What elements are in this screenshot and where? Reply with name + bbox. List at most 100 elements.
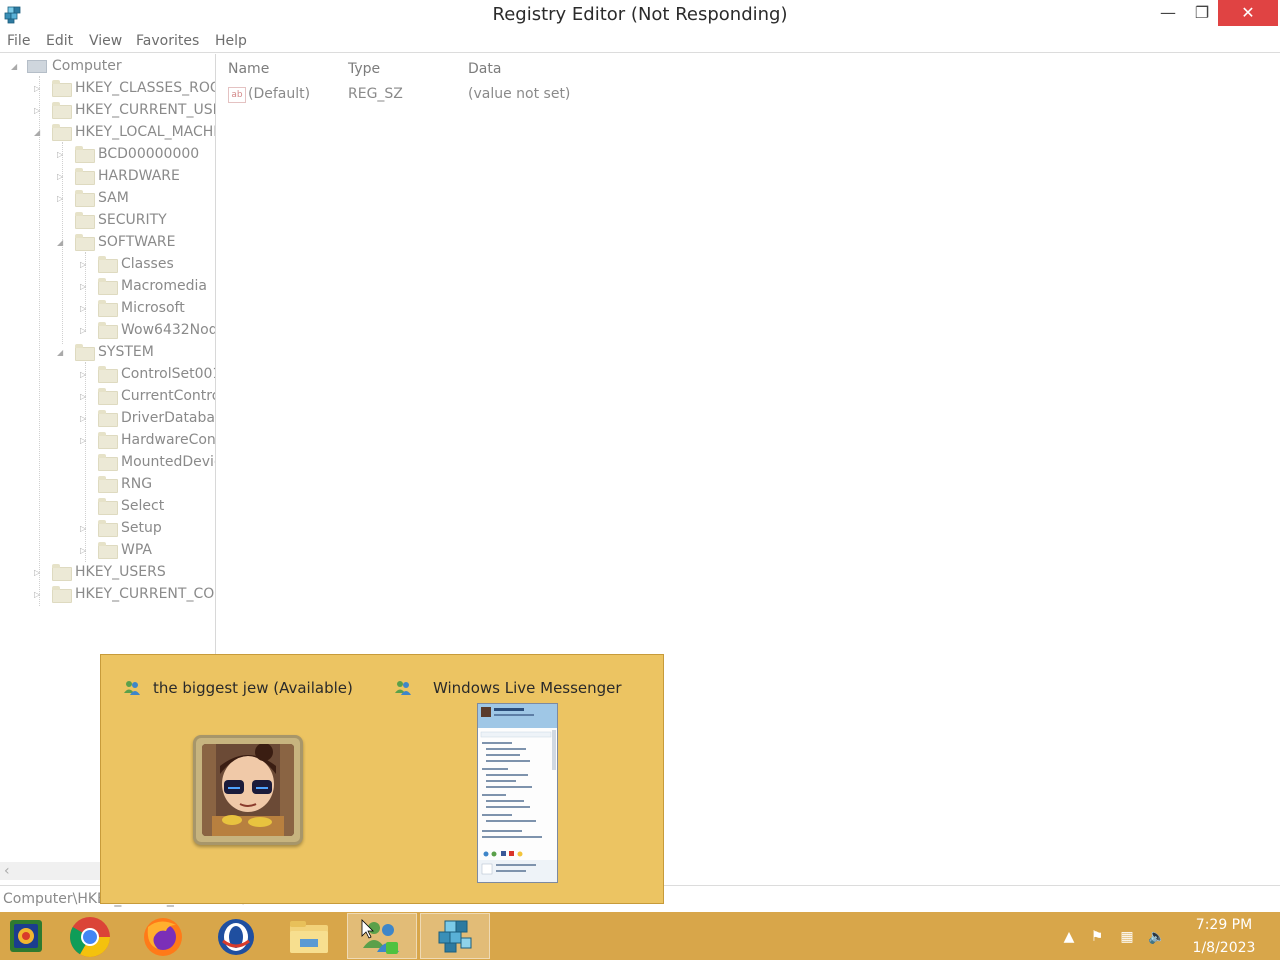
tree-node-label: MountedDevices bbox=[121, 454, 215, 470]
folder-icon bbox=[98, 498, 118, 515]
tree-node-label: Setup bbox=[121, 520, 162, 536]
network-icon[interactable]: ▦ bbox=[1118, 930, 1136, 944]
tree-node[interactable]: ▷ Microsoft bbox=[0, 298, 215, 320]
tree-node-label: ControlSet001 bbox=[121, 366, 216, 382]
folder-icon bbox=[52, 102, 72, 119]
folder-icon bbox=[98, 410, 118, 427]
collapsed-arrow-icon[interactable]: ▷ bbox=[57, 144, 67, 166]
collapsed-arrow-icon[interactable]: ▷ bbox=[80, 540, 90, 562]
volume-icon[interactable]: 🔈 bbox=[1148, 930, 1166, 944]
taskbar-chrome[interactable] bbox=[56, 913, 126, 959]
column-header-name[interactable]: Name bbox=[228, 61, 269, 77]
clock-date[interactable]: 1/8/2023 bbox=[1180, 940, 1268, 956]
tree-node[interactable]: ▷ CurrentControlSet bbox=[0, 386, 215, 408]
folder-icon bbox=[98, 388, 118, 405]
messenger-window-preview bbox=[477, 703, 558, 883]
tree-node[interactable]: RNG bbox=[0, 474, 215, 496]
menu-bar: File Edit View Favorites Help bbox=[0, 30, 1280, 53]
messenger-window-title: Windows Live Messenger bbox=[433, 679, 622, 697]
tree-node[interactable]: ▷ ControlSet001 bbox=[0, 364, 216, 386]
column-header-type[interactable]: Type bbox=[348, 61, 380, 77]
folder-icon bbox=[52, 586, 72, 603]
taskbar-thumbnail-popup: the biggest jew (Available) Windows Live… bbox=[100, 654, 664, 904]
tree-node[interactable]: ▷ HKEY_CURRENT_CONFIG bbox=[0, 584, 215, 606]
tree-node[interactable]: ▷ Macromedia bbox=[0, 276, 215, 298]
tree-node-label: Macromedia bbox=[121, 278, 207, 294]
tree-node[interactable]: ◢ Computer bbox=[0, 56, 215, 78]
value-data: (value not set) bbox=[468, 86, 571, 102]
tree-node-label: BCD00000000 bbox=[98, 146, 200, 162]
tree-node[interactable]: ▷ Classes bbox=[0, 254, 215, 276]
tree-node-label: Select bbox=[121, 498, 165, 514]
clock-time[interactable]: 7:29 PM bbox=[1180, 917, 1268, 933]
expanded-arrow-icon[interactable]: ◢ bbox=[34, 122, 44, 144]
collapsed-arrow-icon[interactable]: ▷ bbox=[34, 584, 44, 606]
minimize-button[interactable]: — bbox=[1151, 0, 1185, 26]
folder-icon bbox=[75, 146, 95, 163]
tree-node[interactable]: ▷ BCD00000000 bbox=[0, 144, 215, 166]
collapsed-arrow-icon[interactable]: ▷ bbox=[57, 188, 67, 210]
tree-node[interactable]: MountedDevices bbox=[0, 452, 215, 474]
taskbar-firefox[interactable] bbox=[128, 913, 198, 959]
collapsed-arrow-icon[interactable]: ▷ bbox=[80, 276, 90, 298]
tree-node[interactable]: ▷ DriverDatabase bbox=[0, 408, 215, 430]
taskbar-windows-live-messenger[interactable] bbox=[347, 913, 417, 959]
folder-icon bbox=[98, 300, 118, 317]
collapsed-arrow-icon[interactable]: ▷ bbox=[34, 78, 44, 100]
collapsed-arrow-icon[interactable]: ▷ bbox=[80, 320, 90, 342]
tree-node[interactable]: Select bbox=[0, 496, 215, 518]
collapsed-arrow-icon[interactable]: ▷ bbox=[80, 254, 90, 276]
collapsed-arrow-icon[interactable]: ▷ bbox=[34, 562, 44, 584]
action-center-flag-icon[interactable]: ⚑ bbox=[1088, 930, 1106, 944]
tree-node[interactable]: ▷ HKEY_CLASSES_ROOT bbox=[0, 78, 215, 100]
close-button[interactable]: ✕ bbox=[1218, 0, 1278, 26]
messenger-buddy-icon bbox=[124, 681, 140, 695]
collapsed-arrow-icon[interactable]: ▷ bbox=[80, 518, 90, 540]
collapsed-arrow-icon[interactable]: ▷ bbox=[80, 430, 90, 452]
tree-node[interactable]: ◢ HKEY_LOCAL_MACHINE bbox=[0, 122, 215, 144]
tree-node[interactable]: ▷ WPA bbox=[0, 540, 215, 562]
collapsed-arrow-icon[interactable]: ▷ bbox=[80, 364, 90, 386]
tree-node[interactable]: ▷ HardwareConfig bbox=[0, 430, 215, 452]
tree-node-label: Classes bbox=[121, 256, 174, 272]
tree-node[interactable]: ▷ Wow6432Node bbox=[0, 320, 216, 342]
tree-node[interactable]: ▷ Setup bbox=[0, 518, 215, 540]
taskbar-registry-editor[interactable] bbox=[420, 913, 490, 959]
maximize-button[interactable]: ❐ bbox=[1185, 0, 1219, 26]
folder-icon bbox=[98, 454, 118, 471]
collapsed-arrow-icon[interactable]: ▷ bbox=[80, 408, 90, 430]
menu-file[interactable]: File bbox=[7, 33, 30, 49]
tree-node[interactable]: SECURITY bbox=[0, 210, 215, 232]
tree-node-label: Wow6432Node bbox=[121, 322, 216, 338]
tree-node[interactable]: ◢ SOFTWARE bbox=[0, 232, 215, 254]
collapsed-arrow-icon[interactable]: ▷ bbox=[80, 386, 90, 408]
tree-node[interactable]: ▷ HKEY_CURRENT_USER bbox=[0, 100, 215, 122]
expanded-arrow-icon[interactable]: ◢ bbox=[57, 232, 67, 254]
menu-help[interactable]: Help bbox=[215, 33, 247, 49]
tree-node-label: SAM bbox=[98, 190, 129, 206]
show-hidden-icons-icon[interactable]: ▲ bbox=[1060, 930, 1078, 944]
menu-favorites[interactable]: Favorites bbox=[136, 33, 199, 49]
menu-edit[interactable]: Edit bbox=[46, 33, 73, 49]
menu-view[interactable]: View bbox=[89, 33, 122, 49]
tree-node[interactable]: ▷ HARDWARE bbox=[0, 166, 215, 188]
scroll-left-arrow-icon[interactable]: ‹ bbox=[4, 862, 10, 880]
column-header-data[interactable]: Data bbox=[468, 61, 501, 77]
folder-icon bbox=[98, 520, 118, 537]
collapsed-arrow-icon[interactable]: ▷ bbox=[80, 298, 90, 320]
tree-node-label: SYSTEM bbox=[98, 344, 154, 360]
folder-icon bbox=[98, 322, 118, 339]
collapsed-arrow-icon[interactable]: ▷ bbox=[34, 100, 44, 122]
tree-node[interactable]: ▷ HKEY_USERS bbox=[0, 562, 215, 584]
tree-node[interactable]: ◢ SYSTEM bbox=[0, 342, 215, 364]
value-name: (Default) bbox=[248, 86, 311, 102]
taskbar-file-explorer[interactable] bbox=[274, 913, 344, 959]
folder-icon bbox=[75, 234, 95, 251]
tree-node-label: WPA bbox=[121, 542, 152, 558]
expanded-arrow-icon[interactable]: ◢ bbox=[57, 342, 67, 364]
taskbar-opera[interactable] bbox=[201, 913, 271, 959]
tree-node[interactable]: ▷ SAM bbox=[0, 188, 215, 210]
expanded-arrow-icon[interactable]: ◢ bbox=[11, 56, 21, 78]
avatar bbox=[193, 735, 303, 845]
collapsed-arrow-icon[interactable]: ▷ bbox=[57, 166, 67, 188]
